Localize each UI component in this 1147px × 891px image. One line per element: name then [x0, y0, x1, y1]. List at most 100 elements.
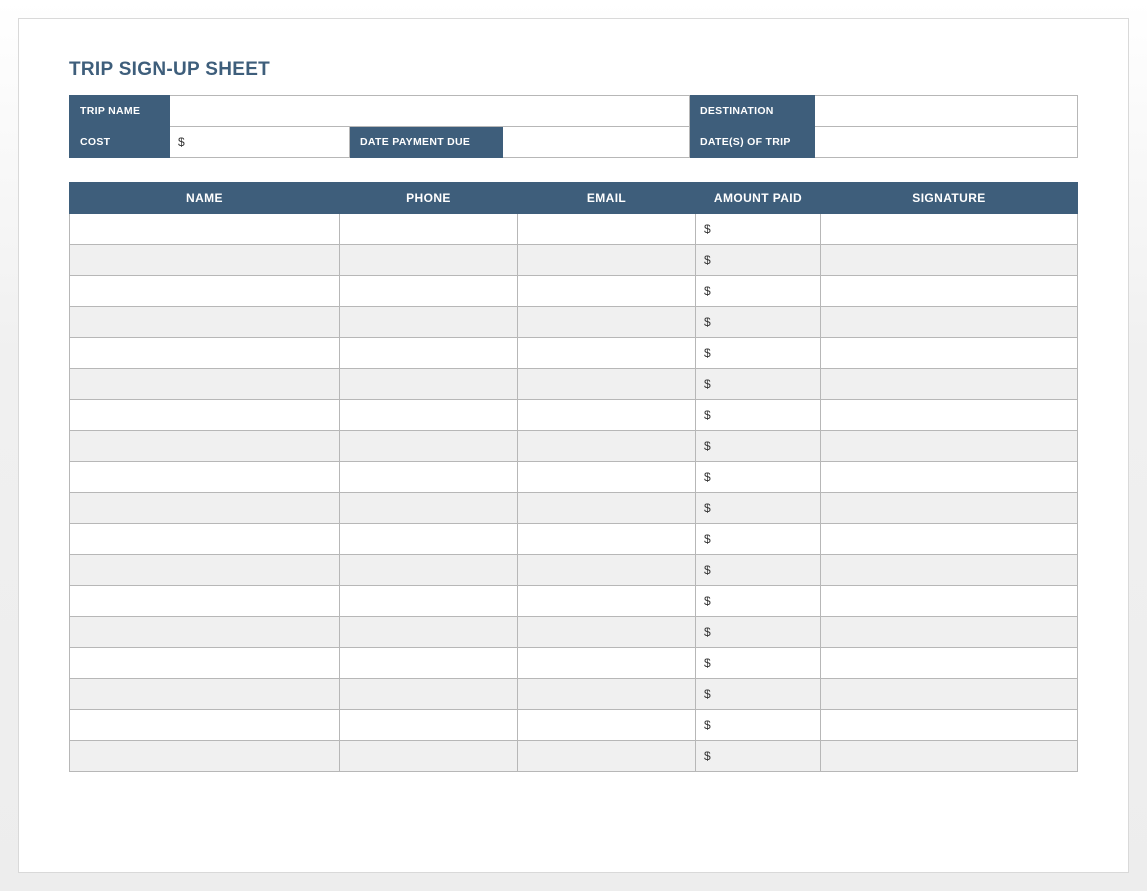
cell-signature[interactable]	[821, 555, 1078, 586]
cell-signature[interactable]	[821, 648, 1078, 679]
cell-name[interactable]	[70, 648, 340, 679]
cell-phone[interactable]	[340, 369, 518, 400]
table-row: $	[70, 338, 1078, 369]
cell-amount-paid[interactable]: $	[696, 276, 821, 307]
cell-phone[interactable]	[340, 338, 518, 369]
cell-name[interactable]	[70, 214, 340, 245]
cell-email[interactable]	[518, 307, 696, 338]
cell-name[interactable]	[70, 400, 340, 431]
cell-phone[interactable]	[340, 276, 518, 307]
cell-email[interactable]	[518, 648, 696, 679]
cell-amount-paid[interactable]: $	[696, 431, 821, 462]
cell-name[interactable]	[70, 307, 340, 338]
cell-signature[interactable]	[821, 307, 1078, 338]
cell-phone[interactable]	[340, 741, 518, 772]
table-row: $	[70, 679, 1078, 710]
cell-signature[interactable]	[821, 524, 1078, 555]
cell-phone[interactable]	[340, 431, 518, 462]
cell-amount-paid[interactable]: $	[696, 338, 821, 369]
cell-phone[interactable]	[340, 679, 518, 710]
cell-amount-paid[interactable]: $	[696, 369, 821, 400]
cell-amount-paid[interactable]: $	[696, 524, 821, 555]
cell-name[interactable]	[70, 524, 340, 555]
cell-name[interactable]	[70, 276, 340, 307]
cell-amount-paid[interactable]: $	[696, 648, 821, 679]
cell-phone[interactable]	[340, 586, 518, 617]
cell-email[interactable]	[518, 431, 696, 462]
cell-email[interactable]	[518, 338, 696, 369]
cell-email[interactable]	[518, 462, 696, 493]
cell-signature[interactable]	[821, 214, 1078, 245]
cell-name[interactable]	[70, 741, 340, 772]
cell-signature[interactable]	[821, 245, 1078, 276]
cell-phone[interactable]	[340, 400, 518, 431]
cell-signature[interactable]	[821, 338, 1078, 369]
cell-email[interactable]	[518, 617, 696, 648]
value-dates-of-trip[interactable]	[815, 127, 1078, 158]
cell-name[interactable]	[70, 493, 340, 524]
cell-name[interactable]	[70, 338, 340, 369]
cell-signature[interactable]	[821, 617, 1078, 648]
cell-email[interactable]	[518, 214, 696, 245]
cell-signature[interactable]	[821, 493, 1078, 524]
value-trip-name[interactable]	[170, 96, 690, 127]
cell-amount-paid[interactable]: $	[696, 214, 821, 245]
cell-email[interactable]	[518, 741, 696, 772]
cell-email[interactable]	[518, 710, 696, 741]
cell-signature[interactable]	[821, 679, 1078, 710]
cell-amount-paid[interactable]: $	[696, 555, 821, 586]
cell-email[interactable]	[518, 369, 696, 400]
table-row: $	[70, 648, 1078, 679]
cell-signature[interactable]	[821, 462, 1078, 493]
table-row: $	[70, 214, 1078, 245]
cell-amount-paid[interactable]: $	[696, 307, 821, 338]
cell-name[interactable]	[70, 245, 340, 276]
cell-amount-paid[interactable]: $	[696, 493, 821, 524]
cell-email[interactable]	[518, 245, 696, 276]
cell-name[interactable]	[70, 431, 340, 462]
cell-name[interactable]	[70, 462, 340, 493]
value-date-payment-due[interactable]	[503, 127, 690, 158]
cell-signature[interactable]	[821, 431, 1078, 462]
cell-name[interactable]	[70, 617, 340, 648]
cell-phone[interactable]	[340, 524, 518, 555]
cell-email[interactable]	[518, 555, 696, 586]
cell-phone[interactable]	[340, 555, 518, 586]
value-destination[interactable]	[815, 96, 1078, 127]
cell-email[interactable]	[518, 679, 696, 710]
cell-phone[interactable]	[340, 245, 518, 276]
cell-phone[interactable]	[340, 214, 518, 245]
cell-name[interactable]	[70, 679, 340, 710]
value-cost[interactable]: $	[170, 127, 350, 158]
cell-signature[interactable]	[821, 276, 1078, 307]
cell-name[interactable]	[70, 555, 340, 586]
cell-email[interactable]	[518, 524, 696, 555]
cell-email[interactable]	[518, 276, 696, 307]
cell-signature[interactable]	[821, 741, 1078, 772]
cell-amount-paid[interactable]: $	[696, 586, 821, 617]
cell-amount-paid[interactable]: $	[696, 741, 821, 772]
cell-amount-paid[interactable]: $	[696, 710, 821, 741]
cell-amount-paid[interactable]: $	[696, 462, 821, 493]
cell-signature[interactable]	[821, 586, 1078, 617]
cell-email[interactable]	[518, 586, 696, 617]
cell-phone[interactable]	[340, 710, 518, 741]
cell-email[interactable]	[518, 493, 696, 524]
cell-name[interactable]	[70, 586, 340, 617]
cell-phone[interactable]	[340, 307, 518, 338]
cell-amount-paid[interactable]: $	[696, 245, 821, 276]
cell-amount-paid[interactable]: $	[696, 617, 821, 648]
cell-amount-paid[interactable]: $	[696, 400, 821, 431]
cell-name[interactable]	[70, 710, 340, 741]
cell-phone[interactable]	[340, 648, 518, 679]
cell-email[interactable]	[518, 400, 696, 431]
table-row: $	[70, 555, 1078, 586]
cell-name[interactable]	[70, 369, 340, 400]
cell-signature[interactable]	[821, 400, 1078, 431]
cell-signature[interactable]	[821, 369, 1078, 400]
cell-amount-paid[interactable]: $	[696, 679, 821, 710]
cell-phone[interactable]	[340, 462, 518, 493]
cell-phone[interactable]	[340, 617, 518, 648]
cell-signature[interactable]	[821, 710, 1078, 741]
cell-phone[interactable]	[340, 493, 518, 524]
